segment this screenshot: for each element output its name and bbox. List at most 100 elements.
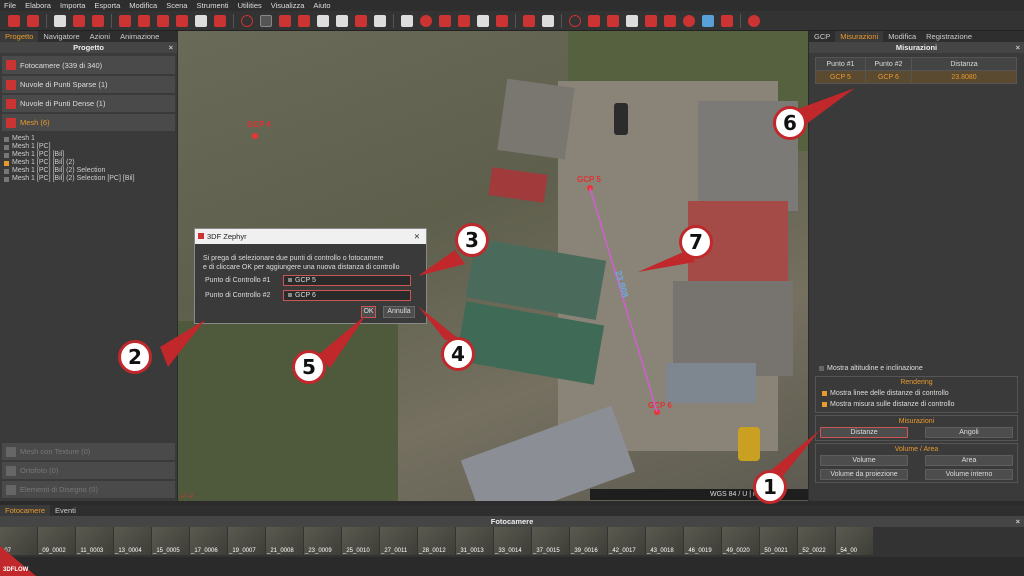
- control-point-icon[interactable]: [439, 14, 451, 27]
- crop-icon[interactable]: [588, 14, 600, 27]
- close-icon[interactable]: ×: [1016, 42, 1020, 53]
- table-row[interactable]: GCP 5 GCP 6 23.8080: [815, 70, 1017, 84]
- dense-points-icon[interactable]: [138, 14, 150, 27]
- points-icon[interactable]: [119, 14, 131, 27]
- list-item[interactable]: Mesh 1: [4, 135, 173, 143]
- box-icon[interactable]: [496, 14, 508, 27]
- shaded-view-icon[interactable]: [317, 14, 329, 27]
- control-point-1-select[interactable]: GCP 5: [283, 275, 411, 286]
- wire-view-icon[interactable]: [298, 14, 310, 27]
- camera-thumbnail[interactable]: _28_0012: [418, 527, 455, 555]
- menu-elabora[interactable]: Elabora: [25, 1, 51, 10]
- list-item[interactable]: Mesh 1 [PC]: [4, 143, 173, 151]
- tab-eventi[interactable]: Eventi: [50, 505, 81, 516]
- list-item[interactable]: Mesh 1 [PC] [Bil] (2) Selection: [4, 167, 173, 175]
- camera-thumbnail[interactable]: _27_0011: [380, 527, 417, 555]
- scale-icon[interactable]: [607, 14, 619, 27]
- tab-progetto[interactable]: Progetto: [0, 31, 39, 42]
- redo-icon[interactable]: [542, 14, 554, 27]
- camera-thumbnail[interactable]: _43_0018: [646, 527, 683, 555]
- camera-icon[interactable]: [214, 14, 226, 27]
- volume-projection-button[interactable]: Volume da proiezione: [820, 469, 908, 480]
- menu-esporta[interactable]: Esporta: [94, 1, 120, 10]
- cube-edit-icon[interactable]: [92, 14, 104, 27]
- menu-aiuto[interactable]: Aiuto: [313, 1, 330, 10]
- camera-thumbnail[interactable]: _13_0004: [114, 527, 151, 555]
- menu-strumenti[interactable]: Strumenti: [196, 1, 228, 10]
- tab-modifica[interactable]: Modifica: [883, 31, 921, 42]
- checkbox[interactable]: [819, 366, 824, 371]
- menu-utilities[interactable]: Utilities: [238, 1, 262, 10]
- menu-file[interactable]: File: [4, 1, 16, 10]
- group-sparse-points[interactable]: Nuvole di Punti Sparse (1): [2, 76, 175, 93]
- camera-thumbnail[interactable]: _19_0007: [228, 527, 265, 555]
- tab-azioni[interactable]: Azioni: [85, 31, 115, 42]
- camera-thumbnail[interactable]: _15_0005: [152, 527, 189, 555]
- checkbox[interactable]: [822, 391, 827, 396]
- camera-thumbnail[interactable]: _39_0016: [570, 527, 607, 555]
- group-textured-mesh[interactable]: Mesh con Texture (0): [2, 443, 175, 460]
- camera-thumbnail[interactable]: _25_0010: [342, 527, 379, 555]
- menu-modifica[interactable]: Modifica: [129, 1, 157, 10]
- select-icon[interactable]: [260, 14, 272, 27]
- save-icon[interactable]: [27, 14, 39, 27]
- export-icon[interactable]: [702, 14, 714, 27]
- internal-volume-button[interactable]: Volume interno: [925, 469, 1013, 480]
- angles-button[interactable]: Angoli: [925, 427, 1013, 438]
- checkbox[interactable]: [4, 136, 9, 142]
- camera-thumbnail[interactable]: _09_0002: [38, 527, 75, 555]
- camera-thumbnail[interactable]: _17_0006: [190, 527, 227, 555]
- settings-icon[interactable]: [683, 14, 695, 27]
- menu-visualizza[interactable]: Visualizza: [271, 1, 305, 10]
- group-dense-points[interactable]: Nuvole di Punti Dense (1): [2, 95, 175, 112]
- group-orthophoto[interactable]: Ortofoto (0): [2, 462, 175, 479]
- show-altitude-option[interactable]: Mostra altitudine e inclinazione: [819, 363, 1024, 374]
- ok-button[interactable]: OK: [361, 306, 376, 318]
- cancel-button[interactable]: Annulla: [383, 306, 415, 318]
- camera-thumbnail[interactable]: _21_0008: [266, 527, 303, 555]
- tab-animazione[interactable]: Animazione: [115, 31, 164, 42]
- menu-scena[interactable]: Scena: [166, 1, 187, 10]
- checkbox[interactable]: [4, 168, 9, 174]
- chart-icon[interactable]: [645, 14, 657, 27]
- camera-thumbnail[interactable]: _31_0013: [456, 527, 493, 555]
- help-icon[interactable]: [748, 14, 760, 27]
- list-item[interactable]: Mesh 1 [PC] [Bil] (2): [4, 159, 173, 167]
- menu-importa[interactable]: Importa: [60, 1, 85, 10]
- show-measure-option[interactable]: Mostra misura sulle distanze di controll…: [822, 399, 1013, 410]
- camera-thumbnail[interactable]: _23_0009: [304, 527, 341, 555]
- target-icon[interactable]: [420, 14, 432, 27]
- texture-icon[interactable]: [176, 14, 188, 27]
- camera-thumbnail[interactable]: _46_0019: [684, 527, 721, 555]
- volume-button[interactable]: Volume: [820, 455, 908, 466]
- scrollbar[interactable]: [0, 557, 1024, 576]
- camera-thumbnail[interactable]: _52_0022: [798, 527, 835, 555]
- checkbox[interactable]: [822, 402, 827, 407]
- distances-button[interactable]: Distanze: [820, 427, 908, 438]
- tab-registrazione[interactable]: Registrazione: [921, 31, 977, 42]
- tab-gcp[interactable]: GCP: [809, 31, 835, 42]
- ruler-icon[interactable]: [626, 14, 638, 27]
- undo-icon[interactable]: [523, 14, 535, 27]
- ortho-icon[interactable]: [195, 14, 207, 27]
- points-view-icon[interactable]: [279, 14, 291, 27]
- mesh-view-icon[interactable]: [374, 14, 386, 27]
- control-point-2-select[interactable]: GCP 6: [283, 290, 411, 301]
- checkbox[interactable]: [4, 144, 9, 150]
- volume-icon[interactable]: [458, 14, 470, 27]
- list-item[interactable]: Mesh 1 [PC] [Bil]: [4, 151, 173, 159]
- sphere-icon[interactable]: [477, 14, 489, 27]
- group-mesh[interactable]: Mesh (6): [2, 114, 175, 131]
- group-drawing-elements[interactable]: Elementi di Disegno (0): [2, 481, 175, 498]
- rotate-icon[interactable]: [569, 14, 581, 27]
- close-icon[interactable]: ✕: [414, 229, 420, 244]
- checkbox[interactable]: [4, 160, 9, 166]
- area-button[interactable]: Area: [925, 455, 1013, 466]
- camera-thumbnail[interactable]: _50_0021: [760, 527, 797, 555]
- camera-thumbnail[interactable]: _42_0017: [608, 527, 645, 555]
- camera-thumbnail[interactable]: _11_0003: [76, 527, 113, 555]
- grid-icon[interactable]: [54, 14, 66, 27]
- tab-navigatore[interactable]: Navigatore: [38, 31, 84, 42]
- measure-icon[interactable]: [401, 14, 413, 27]
- camera-thumbnail[interactable]: _49_0020: [722, 527, 759, 555]
